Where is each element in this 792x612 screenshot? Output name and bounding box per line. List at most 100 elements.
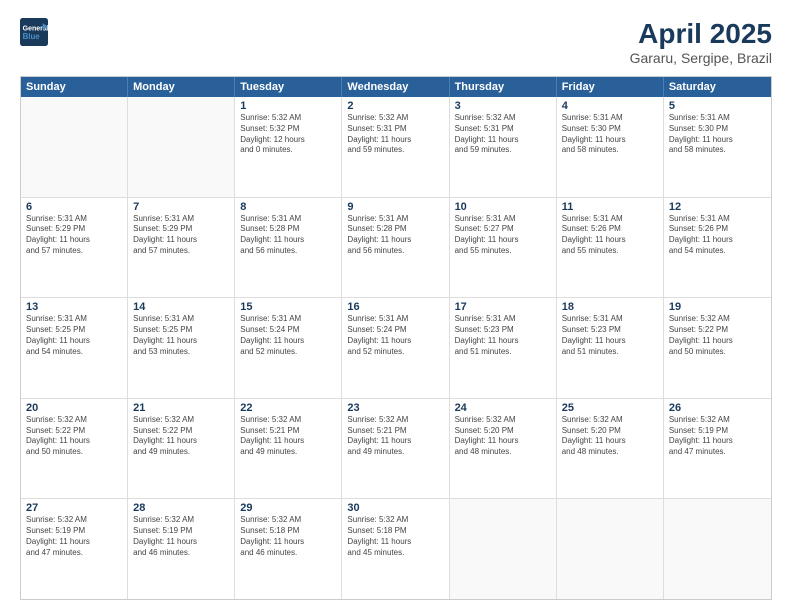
day-number: 7 bbox=[133, 201, 229, 213]
table-row: 18Sunrise: 5:31 AMSunset: 5:23 PMDayligh… bbox=[557, 298, 664, 398]
day-info: Sunrise: 5:31 AMSunset: 5:29 PMDaylight:… bbox=[133, 214, 229, 257]
day-info: Sunrise: 5:31 AMSunset: 5:30 PMDaylight:… bbox=[669, 113, 766, 156]
calendar-week-2: 6Sunrise: 5:31 AMSunset: 5:29 PMDaylight… bbox=[21, 198, 771, 299]
day-number: 8 bbox=[240, 201, 336, 213]
table-row: 11Sunrise: 5:31 AMSunset: 5:26 PMDayligh… bbox=[557, 198, 664, 298]
table-row: 23Sunrise: 5:32 AMSunset: 5:21 PMDayligh… bbox=[342, 399, 449, 499]
day-number: 10 bbox=[455, 201, 551, 213]
day-info: Sunrise: 5:32 AMSunset: 5:31 PMDaylight:… bbox=[347, 113, 443, 156]
day-info: Sunrise: 5:31 AMSunset: 5:27 PMDaylight:… bbox=[455, 214, 551, 257]
header-day-wednesday: Wednesday bbox=[342, 77, 449, 97]
calendar-week-3: 13Sunrise: 5:31 AMSunset: 5:25 PMDayligh… bbox=[21, 298, 771, 399]
title-block: April 2025 Gararu, Sergipe, Brazil bbox=[630, 18, 772, 66]
day-number: 17 bbox=[455, 301, 551, 313]
header-day-sunday: Sunday bbox=[21, 77, 128, 97]
day-number: 4 bbox=[562, 100, 658, 112]
header-day-saturday: Saturday bbox=[664, 77, 771, 97]
day-number: 5 bbox=[669, 100, 766, 112]
day-number: 19 bbox=[669, 301, 766, 313]
table-row: 15Sunrise: 5:31 AMSunset: 5:24 PMDayligh… bbox=[235, 298, 342, 398]
table-row: 30Sunrise: 5:32 AMSunset: 5:18 PMDayligh… bbox=[342, 499, 449, 599]
day-info: Sunrise: 5:31 AMSunset: 5:29 PMDaylight:… bbox=[26, 214, 122, 257]
day-number: 22 bbox=[240, 402, 336, 414]
day-info: Sunrise: 5:32 AMSunset: 5:20 PMDaylight:… bbox=[562, 415, 658, 458]
subtitle: Gararu, Sergipe, Brazil bbox=[630, 50, 772, 66]
day-info: Sunrise: 5:31 AMSunset: 5:28 PMDaylight:… bbox=[240, 214, 336, 257]
table-row: 17Sunrise: 5:31 AMSunset: 5:23 PMDayligh… bbox=[450, 298, 557, 398]
table-row: 1Sunrise: 5:32 AMSunset: 5:32 PMDaylight… bbox=[235, 97, 342, 197]
day-number: 25 bbox=[562, 402, 658, 414]
day-info: Sunrise: 5:31 AMSunset: 5:25 PMDaylight:… bbox=[26, 314, 122, 357]
table-row bbox=[128, 97, 235, 197]
calendar: SundayMondayTuesdayWednesdayThursdayFrid… bbox=[20, 76, 772, 600]
calendar-header: SundayMondayTuesdayWednesdayThursdayFrid… bbox=[21, 77, 771, 97]
table-row: 24Sunrise: 5:32 AMSunset: 5:20 PMDayligh… bbox=[450, 399, 557, 499]
table-row: 5Sunrise: 5:31 AMSunset: 5:30 PMDaylight… bbox=[664, 97, 771, 197]
table-row: 29Sunrise: 5:32 AMSunset: 5:18 PMDayligh… bbox=[235, 499, 342, 599]
table-row: 28Sunrise: 5:32 AMSunset: 5:19 PMDayligh… bbox=[128, 499, 235, 599]
day-info: Sunrise: 5:31 AMSunset: 5:26 PMDaylight:… bbox=[562, 214, 658, 257]
day-info: Sunrise: 5:32 AMSunset: 5:31 PMDaylight:… bbox=[455, 113, 551, 156]
table-row: 22Sunrise: 5:32 AMSunset: 5:21 PMDayligh… bbox=[235, 399, 342, 499]
table-row: 10Sunrise: 5:31 AMSunset: 5:27 PMDayligh… bbox=[450, 198, 557, 298]
day-number: 28 bbox=[133, 502, 229, 514]
table-row bbox=[557, 499, 664, 599]
table-row: 6Sunrise: 5:31 AMSunset: 5:29 PMDaylight… bbox=[21, 198, 128, 298]
day-number: 21 bbox=[133, 402, 229, 414]
table-row: 2Sunrise: 5:32 AMSunset: 5:31 PMDaylight… bbox=[342, 97, 449, 197]
table-row: 16Sunrise: 5:31 AMSunset: 5:24 PMDayligh… bbox=[342, 298, 449, 398]
calendar-week-5: 27Sunrise: 5:32 AMSunset: 5:19 PMDayligh… bbox=[21, 499, 771, 599]
calendar-body: 1Sunrise: 5:32 AMSunset: 5:32 PMDaylight… bbox=[21, 97, 771, 599]
day-number: 16 bbox=[347, 301, 443, 313]
table-row: 21Sunrise: 5:32 AMSunset: 5:22 PMDayligh… bbox=[128, 399, 235, 499]
day-info: Sunrise: 5:32 AMSunset: 5:22 PMDaylight:… bbox=[26, 415, 122, 458]
day-info: Sunrise: 5:31 AMSunset: 5:24 PMDaylight:… bbox=[240, 314, 336, 357]
logo: General Blue bbox=[20, 18, 48, 46]
table-row: 19Sunrise: 5:32 AMSunset: 5:22 PMDayligh… bbox=[664, 298, 771, 398]
table-row: 4Sunrise: 5:31 AMSunset: 5:30 PMDaylight… bbox=[557, 97, 664, 197]
day-info: Sunrise: 5:31 AMSunset: 5:24 PMDaylight:… bbox=[347, 314, 443, 357]
day-info: Sunrise: 5:32 AMSunset: 5:32 PMDaylight:… bbox=[240, 113, 336, 156]
table-row bbox=[450, 499, 557, 599]
header-day-thursday: Thursday bbox=[450, 77, 557, 97]
day-number: 11 bbox=[562, 201, 658, 213]
day-info: Sunrise: 5:32 AMSunset: 5:21 PMDaylight:… bbox=[347, 415, 443, 458]
logo-icon: General Blue bbox=[20, 18, 48, 46]
day-number: 23 bbox=[347, 402, 443, 414]
table-row: 25Sunrise: 5:32 AMSunset: 5:20 PMDayligh… bbox=[557, 399, 664, 499]
header-day-tuesday: Tuesday bbox=[235, 77, 342, 97]
header: General Blue April 2025 Gararu, Sergipe,… bbox=[20, 18, 772, 66]
day-info: Sunrise: 5:32 AMSunset: 5:19 PMDaylight:… bbox=[26, 515, 122, 558]
table-row: 8Sunrise: 5:31 AMSunset: 5:28 PMDaylight… bbox=[235, 198, 342, 298]
day-number: 3 bbox=[455, 100, 551, 112]
day-info: Sunrise: 5:31 AMSunset: 5:26 PMDaylight:… bbox=[669, 214, 766, 257]
day-number: 20 bbox=[26, 402, 122, 414]
day-info: Sunrise: 5:32 AMSunset: 5:20 PMDaylight:… bbox=[455, 415, 551, 458]
day-number: 1 bbox=[240, 100, 336, 112]
calendar-week-1: 1Sunrise: 5:32 AMSunset: 5:32 PMDaylight… bbox=[21, 97, 771, 198]
day-number: 18 bbox=[562, 301, 658, 313]
day-info: Sunrise: 5:31 AMSunset: 5:23 PMDaylight:… bbox=[562, 314, 658, 357]
day-info: Sunrise: 5:32 AMSunset: 5:18 PMDaylight:… bbox=[240, 515, 336, 558]
day-number: 12 bbox=[669, 201, 766, 213]
day-info: Sunrise: 5:32 AMSunset: 5:21 PMDaylight:… bbox=[240, 415, 336, 458]
day-number: 6 bbox=[26, 201, 122, 213]
day-info: Sunrise: 5:32 AMSunset: 5:22 PMDaylight:… bbox=[133, 415, 229, 458]
table-row: 14Sunrise: 5:31 AMSunset: 5:25 PMDayligh… bbox=[128, 298, 235, 398]
table-row bbox=[21, 97, 128, 197]
svg-text:Blue: Blue bbox=[23, 32, 41, 41]
table-row: 9Sunrise: 5:31 AMSunset: 5:28 PMDaylight… bbox=[342, 198, 449, 298]
day-number: 30 bbox=[347, 502, 443, 514]
header-day-monday: Monday bbox=[128, 77, 235, 97]
day-number: 24 bbox=[455, 402, 551, 414]
table-row: 12Sunrise: 5:31 AMSunset: 5:26 PMDayligh… bbox=[664, 198, 771, 298]
day-number: 2 bbox=[347, 100, 443, 112]
day-info: Sunrise: 5:31 AMSunset: 5:25 PMDaylight:… bbox=[133, 314, 229, 357]
day-info: Sunrise: 5:31 AMSunset: 5:28 PMDaylight:… bbox=[347, 214, 443, 257]
calendar-week-4: 20Sunrise: 5:32 AMSunset: 5:22 PMDayligh… bbox=[21, 399, 771, 500]
table-row: 13Sunrise: 5:31 AMSunset: 5:25 PMDayligh… bbox=[21, 298, 128, 398]
day-number: 27 bbox=[26, 502, 122, 514]
header-day-friday: Friday bbox=[557, 77, 664, 97]
table-row: 26Sunrise: 5:32 AMSunset: 5:19 PMDayligh… bbox=[664, 399, 771, 499]
table-row: 3Sunrise: 5:32 AMSunset: 5:31 PMDaylight… bbox=[450, 97, 557, 197]
